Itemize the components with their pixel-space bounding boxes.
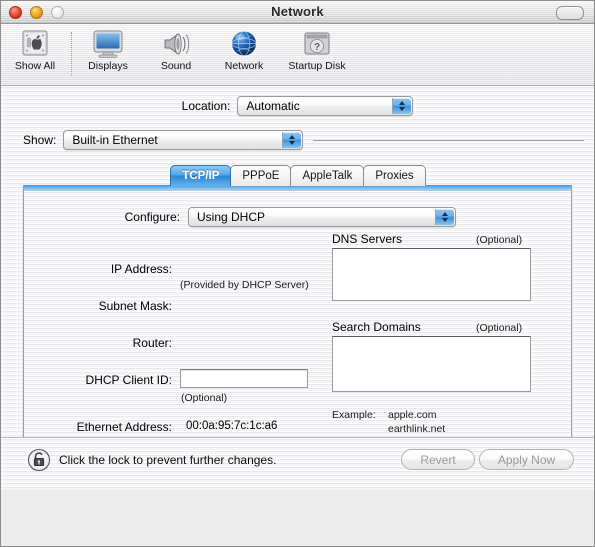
preferences-body: Location: Automatic Show: Built-in Ether… [1,86,594,490]
network-preferences-window: Network Show All Displays Sound Network … [0,0,595,547]
displays-icon [74,28,142,60]
location-popup-button[interactable]: Automatic [237,96,414,116]
toolbar-item-label: Network [224,60,264,72]
chevron-updown-icon [392,98,412,114]
window-titlebar: Network [1,1,594,24]
search-domains-optional-note: (Optional) [476,322,523,334]
toolbar-item-displays[interactable]: Displays [74,28,142,72]
dhcp-client-id-input[interactable] [180,369,308,388]
toolbar-separator [71,32,72,76]
location-value: Automatic [246,99,300,113]
router-label: Router: [132,336,172,350]
tab-bar: TCP/IP PPPoE AppleTalk Proxies [1,162,594,186]
revert-button-label: Revert [420,452,456,467]
show-all-icon [1,28,69,60]
tab-tcpip[interactable]: TCP/IP [170,165,232,186]
location-label: Location: [181,99,231,113]
show-label: Show: [23,133,57,147]
show-row: Show: Built-in Ethernet [23,130,584,150]
toolbar-item-label: Displays [88,60,128,72]
dns-servers-input[interactable] [332,248,531,301]
tab-appletalk[interactable]: AppleTalk [290,165,365,186]
lock-hint-text: Click the lock to prevent further change… [59,453,277,467]
tab-label: PPPoE [242,170,280,182]
revert-button[interactable]: Revert [401,449,475,470]
ip-address-label: IP Address: [110,262,172,276]
apply-now-button-label: Apply Now [497,452,556,467]
ip-address-note: (Provided by DHCP Server) [180,279,309,291]
svg-text:?: ? [314,42,320,53]
horizontal-divider [313,140,584,141]
dhcp-client-id-label: DHCP Client ID: [85,373,172,387]
dns-servers-label: DNS Servers [332,232,403,246]
chevron-updown-icon [282,132,302,148]
example-line-2: earthlink.net [388,423,446,435]
chevron-updown-icon [435,209,454,225]
window-bottom-bar: Click the lock to prevent further change… [1,437,594,490]
search-domains-input[interactable] [332,336,531,392]
sound-icon [142,28,210,60]
show-popup-button[interactable]: Built-in Ethernet [63,130,304,150]
toolbar-item-sound[interactable]: Sound [142,28,210,72]
tab-label: Proxies [375,170,414,182]
location-row: Location: Automatic [1,96,594,116]
toolbar-item-show-all[interactable]: Show All [1,28,69,72]
toolbar-item-startup-disk[interactable]: ? Startup Disk [278,28,356,72]
apply-now-button[interactable]: Apply Now [479,449,574,470]
example-line-1: apple.com [388,409,437,421]
tab-proxies[interactable]: Proxies [363,165,426,186]
configure-label: Configure: [124,210,180,224]
configure-popup-button[interactable]: Using DHCP [188,207,456,227]
tab-label: AppleTalk [302,170,353,182]
toolbar-item-label: Startup Disk [288,60,346,72]
show-value: Built-in Ethernet [72,133,158,147]
dhcp-client-id-note: (Optional) [181,392,228,404]
preferences-toolbar: Show All Displays Sound Network ? Startu… [1,24,594,86]
tab-label: TCP/IP [182,170,220,182]
tab-pppoe[interactable]: PPPoE [230,165,292,186]
ethernet-address-value: 00:0a:95:7c:1c:a6 [186,420,278,432]
subnet-mask-label: Subnet Mask: [98,299,172,313]
toolbar-item-label: Sound [160,60,192,72]
configure-row: Configure: Using DHCP [24,207,571,227]
unlocked-padlock-icon[interactable] [27,448,51,472]
network-globe-icon [210,28,278,60]
ethernet-address-label: Ethernet Address: [76,420,172,434]
startup-disk-icon: ? [278,28,356,60]
configure-value: Using DHCP [197,210,266,224]
toolbar-item-label: Show All [14,60,56,72]
toolbar-toggle-button[interactable] [556,6,584,20]
example-label: Example: [332,409,376,421]
toolbar-item-network[interactable]: Network [210,28,278,72]
window-title: Network [271,4,324,19]
search-domains-label: Search Domains [332,320,421,334]
dns-servers-optional-note: (Optional) [476,234,523,246]
